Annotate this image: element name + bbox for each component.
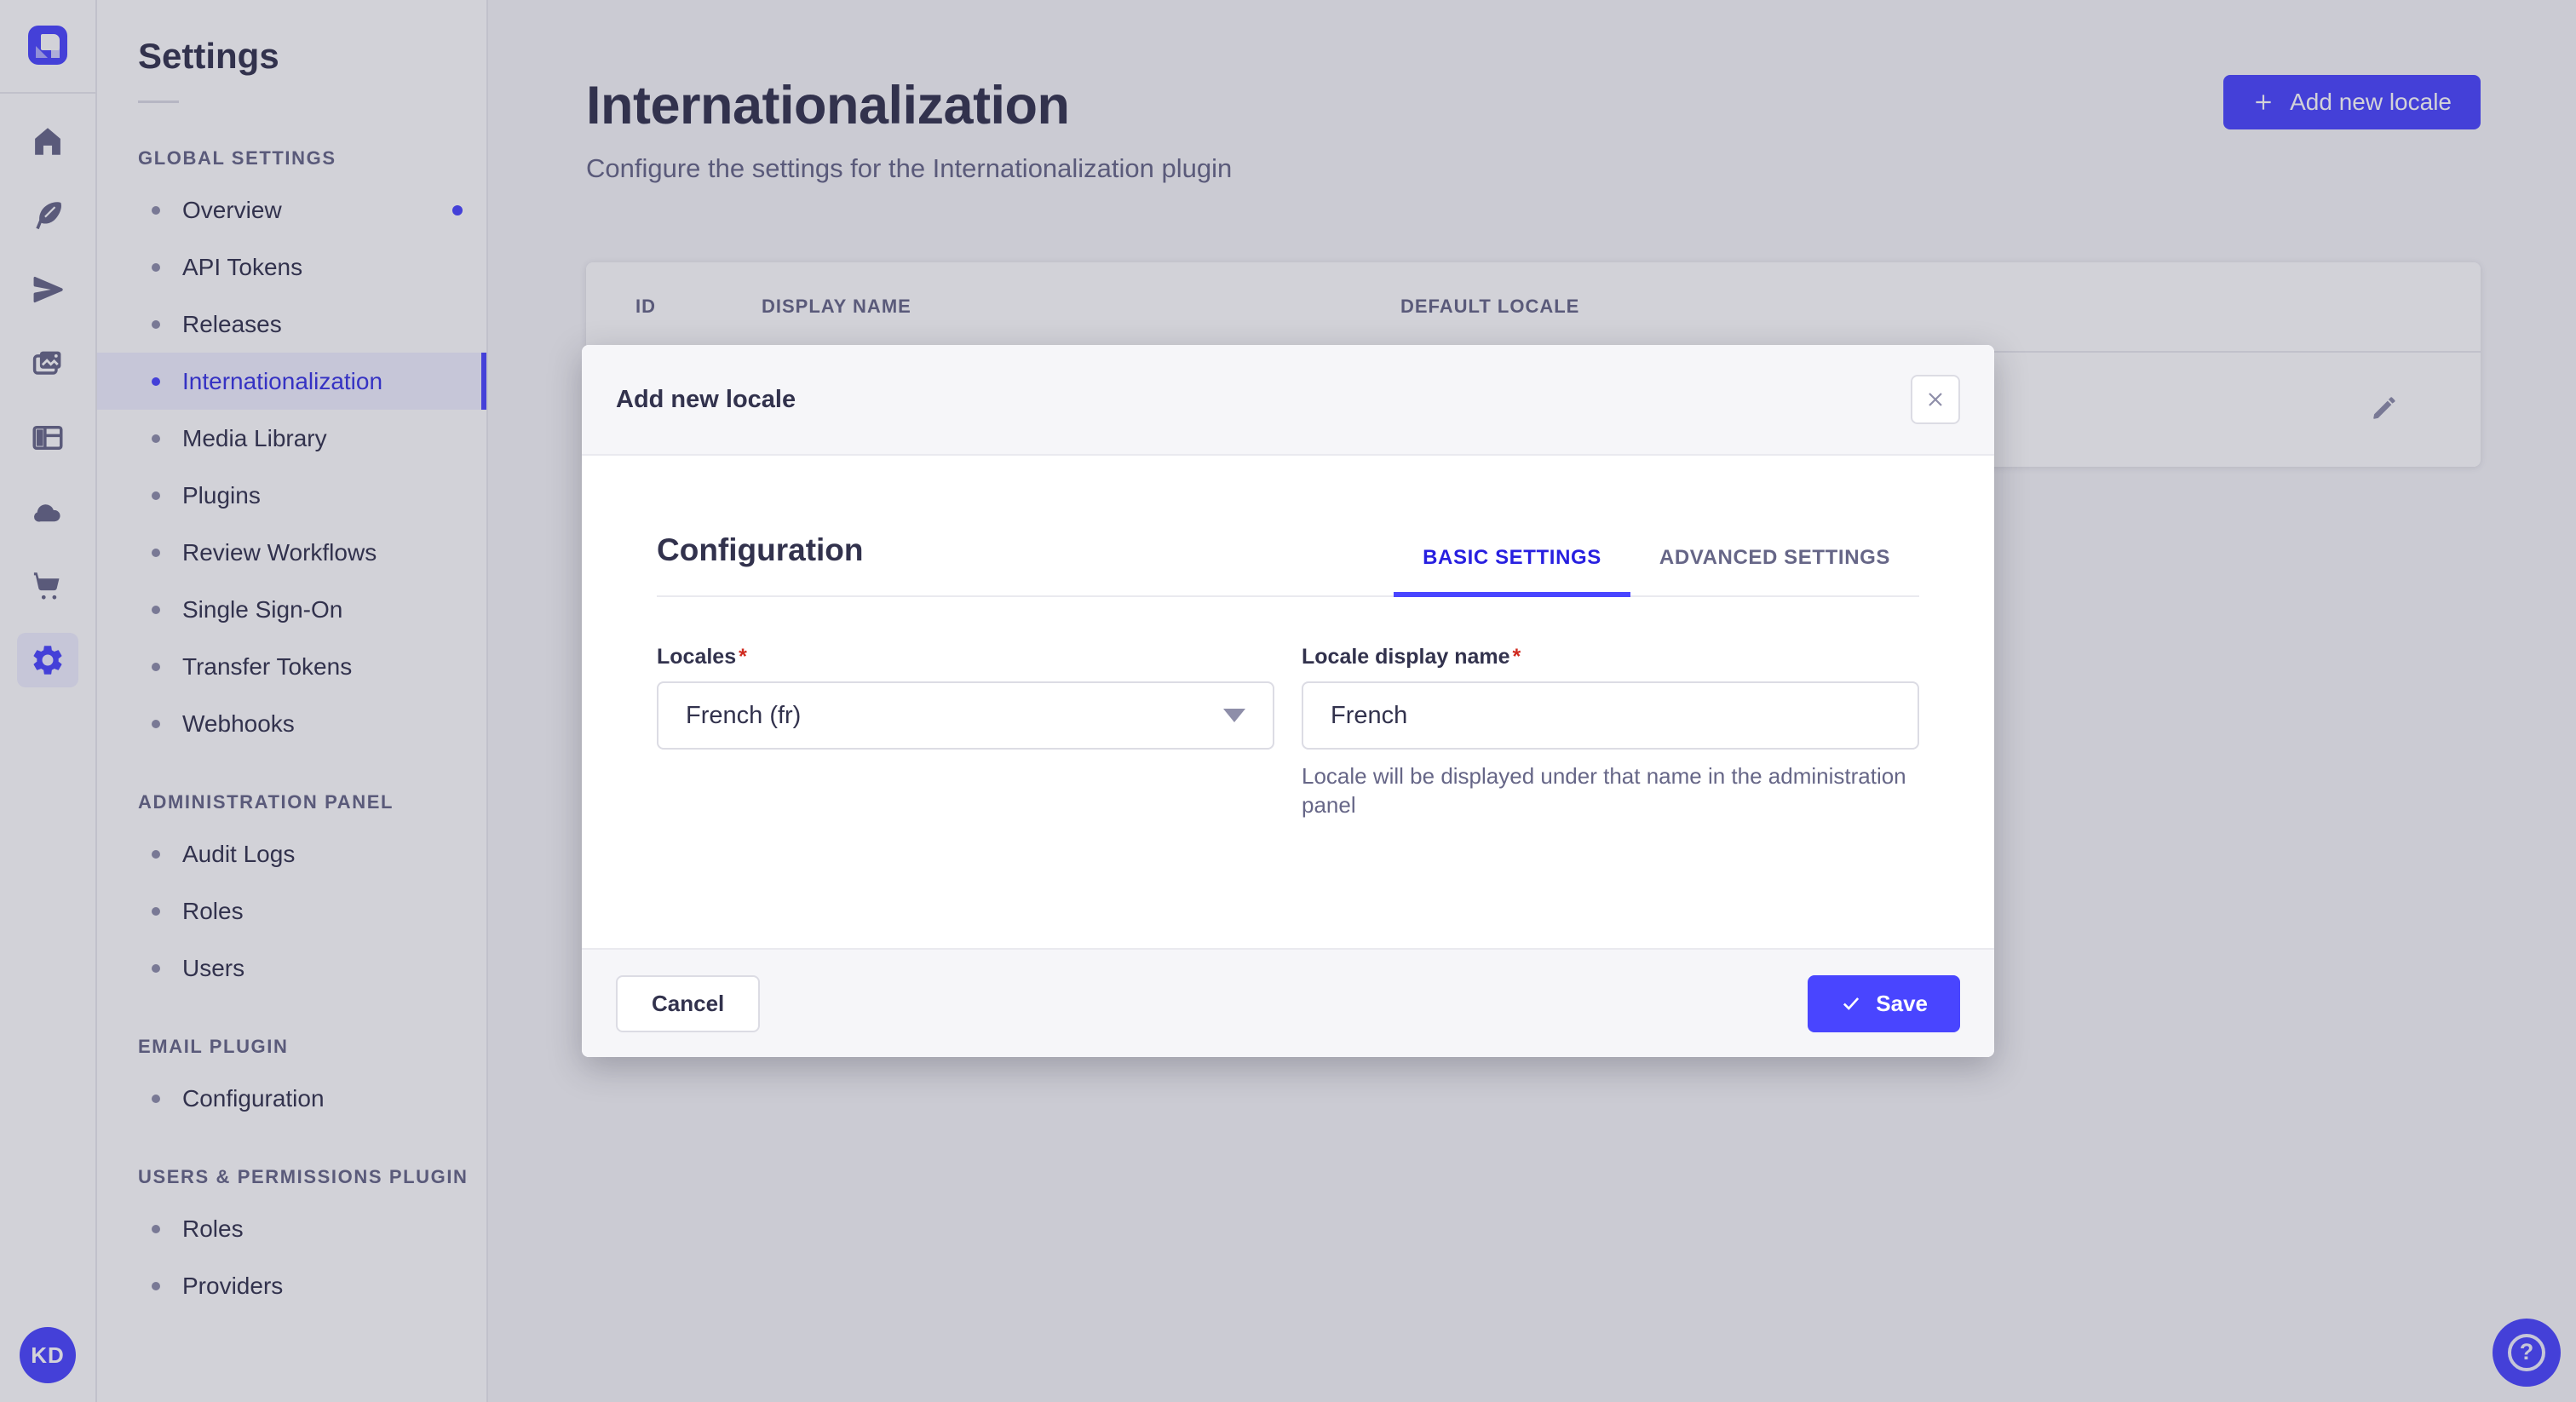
locales-select[interactable]: French (fr) xyxy=(657,681,1274,750)
locales-label: Locales * xyxy=(657,645,747,669)
check-icon xyxy=(1843,997,1860,1010)
display-name-input[interactable] xyxy=(1302,681,1919,750)
display-name-helper-text: Locale will be displayed under that name… xyxy=(1302,763,1906,819)
display-name-label: Locale display name * xyxy=(1302,645,1521,669)
close-icon[interactable] xyxy=(1911,375,1960,424)
modal-body: Configuration BASIC SETTINGS ADVANCED SE… xyxy=(582,456,1994,948)
configuration-title: Configuration xyxy=(657,532,864,567)
locale-form: Locales * French (fr) Locale display name… xyxy=(657,645,1919,820)
modal-header: Add new locale xyxy=(582,345,1994,456)
modal-footer: Cancel Save xyxy=(582,948,1994,1057)
required-asterisk: * xyxy=(739,645,747,669)
add-locale-modal: Add new locale Configuration BASIC SETTI… xyxy=(582,345,1994,1057)
tab-advanced-settings[interactable]: ADVANCED SETTINGS xyxy=(1630,546,1919,595)
configuration-header: Configuration BASIC SETTINGS ADVANCED SE… xyxy=(657,456,1919,597)
chevron-down-icon xyxy=(1223,709,1245,722)
save-button[interactable]: Save xyxy=(1808,974,1960,1032)
tab-basic-settings[interactable]: BASIC SETTINGS xyxy=(1394,546,1630,597)
locales-select-value: French (fr) xyxy=(686,701,802,729)
app-window: KD Settings GLOBAL SETTINGS Overview API… xyxy=(0,0,2576,1402)
modal-title: Add new locale xyxy=(616,385,796,413)
cancel-button[interactable]: Cancel xyxy=(616,974,761,1032)
settings-tabs: BASIC SETTINGS ADVANCED SETTINGS xyxy=(1394,546,1919,597)
required-asterisk: * xyxy=(1512,645,1521,669)
